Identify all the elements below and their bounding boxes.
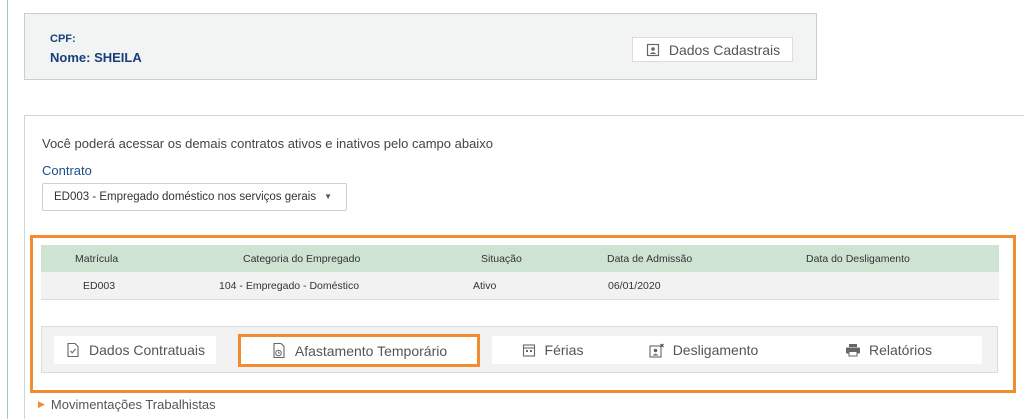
tab-ferias[interactable]: Férias [492,336,612,364]
chevron-down-icon: ▼ [324,192,332,201]
tab-afastamento-temporario-label: Afastamento Temporário [294,342,448,359]
contrato-label: Contrato [42,163,92,178]
employee-info-card: CPF: Nome: SHEILA Dados Cadastrais [24,13,817,80]
nome-value: SHEILA [94,50,142,65]
header-data-desligamento: Data do Desligamento [806,252,910,265]
header-matricula: Matrícula [75,252,119,265]
cell-categoria: 104 - Empregado - Doméstico [219,279,360,292]
nome-line: Nome: SHEILA [50,50,142,65]
printer-icon [845,342,861,358]
dados-cadastrais-label: Dados Cadastrais [668,41,781,58]
document-clock-icon [271,342,287,359]
header-data-admissao: Data de Admissão [607,252,693,265]
tab-desligamento[interactable]: Desligamento [612,336,795,364]
tab-relatorios-label: Relatórios [868,342,933,358]
tab-relatorios[interactable]: Relatórios [795,336,982,364]
movimentacoes-label: Movimentações Trabalhistas [50,397,216,412]
contract-hint: Você poderá acessar os demais contratos … [42,136,493,151]
tab-dados-contratuais[interactable]: Dados Contratuais [54,336,216,364]
calendar-icon [521,342,537,358]
table-row[interactable]: ED003 104 - Empregado - Doméstico Ativo … [41,272,999,300]
cell-data-admissao: 06/01/2020 [608,279,661,292]
document-icon [65,342,81,358]
tab-dados-contratuais-label: Dados Contratuais [89,342,205,358]
cell-matricula: ED003 [83,279,116,292]
tab-ferias-label: Férias [544,342,584,358]
cell-situacao: Ativo [473,279,497,292]
tab-afastamento-temporario[interactable]: Afastamento Temporário [238,334,480,367]
contrato-selected-value: ED003 - Empregado doméstico nos serviços… [54,191,317,203]
table-header-row: Matrícula Categoria do Empregado Situaçã… [41,245,999,272]
tab-desligamento-label: Desligamento [672,342,759,358]
movimentacoes-trabalhistas-toggle[interactable]: ▶ Movimentações Trabalhistas [38,397,216,412]
cpf-label: CPF: [50,33,76,45]
nome-label: Nome: [50,50,91,65]
header-situacao: Situação [481,252,522,265]
header-categoria: Categoria do Empregado [243,252,361,265]
contract-tabs-bar: Dados Contratuais Afastamento Temporário… [41,326,998,373]
caret-right-icon: ▶ [38,399,45,409]
contrato-select[interactable]: ED003 - Empregado doméstico nos serviços… [42,183,347,211]
left-border [7,0,8,419]
person-remove-icon [649,342,665,358]
id-card-icon [645,42,661,58]
dados-cadastrais-button[interactable]: Dados Cadastrais [632,37,793,62]
